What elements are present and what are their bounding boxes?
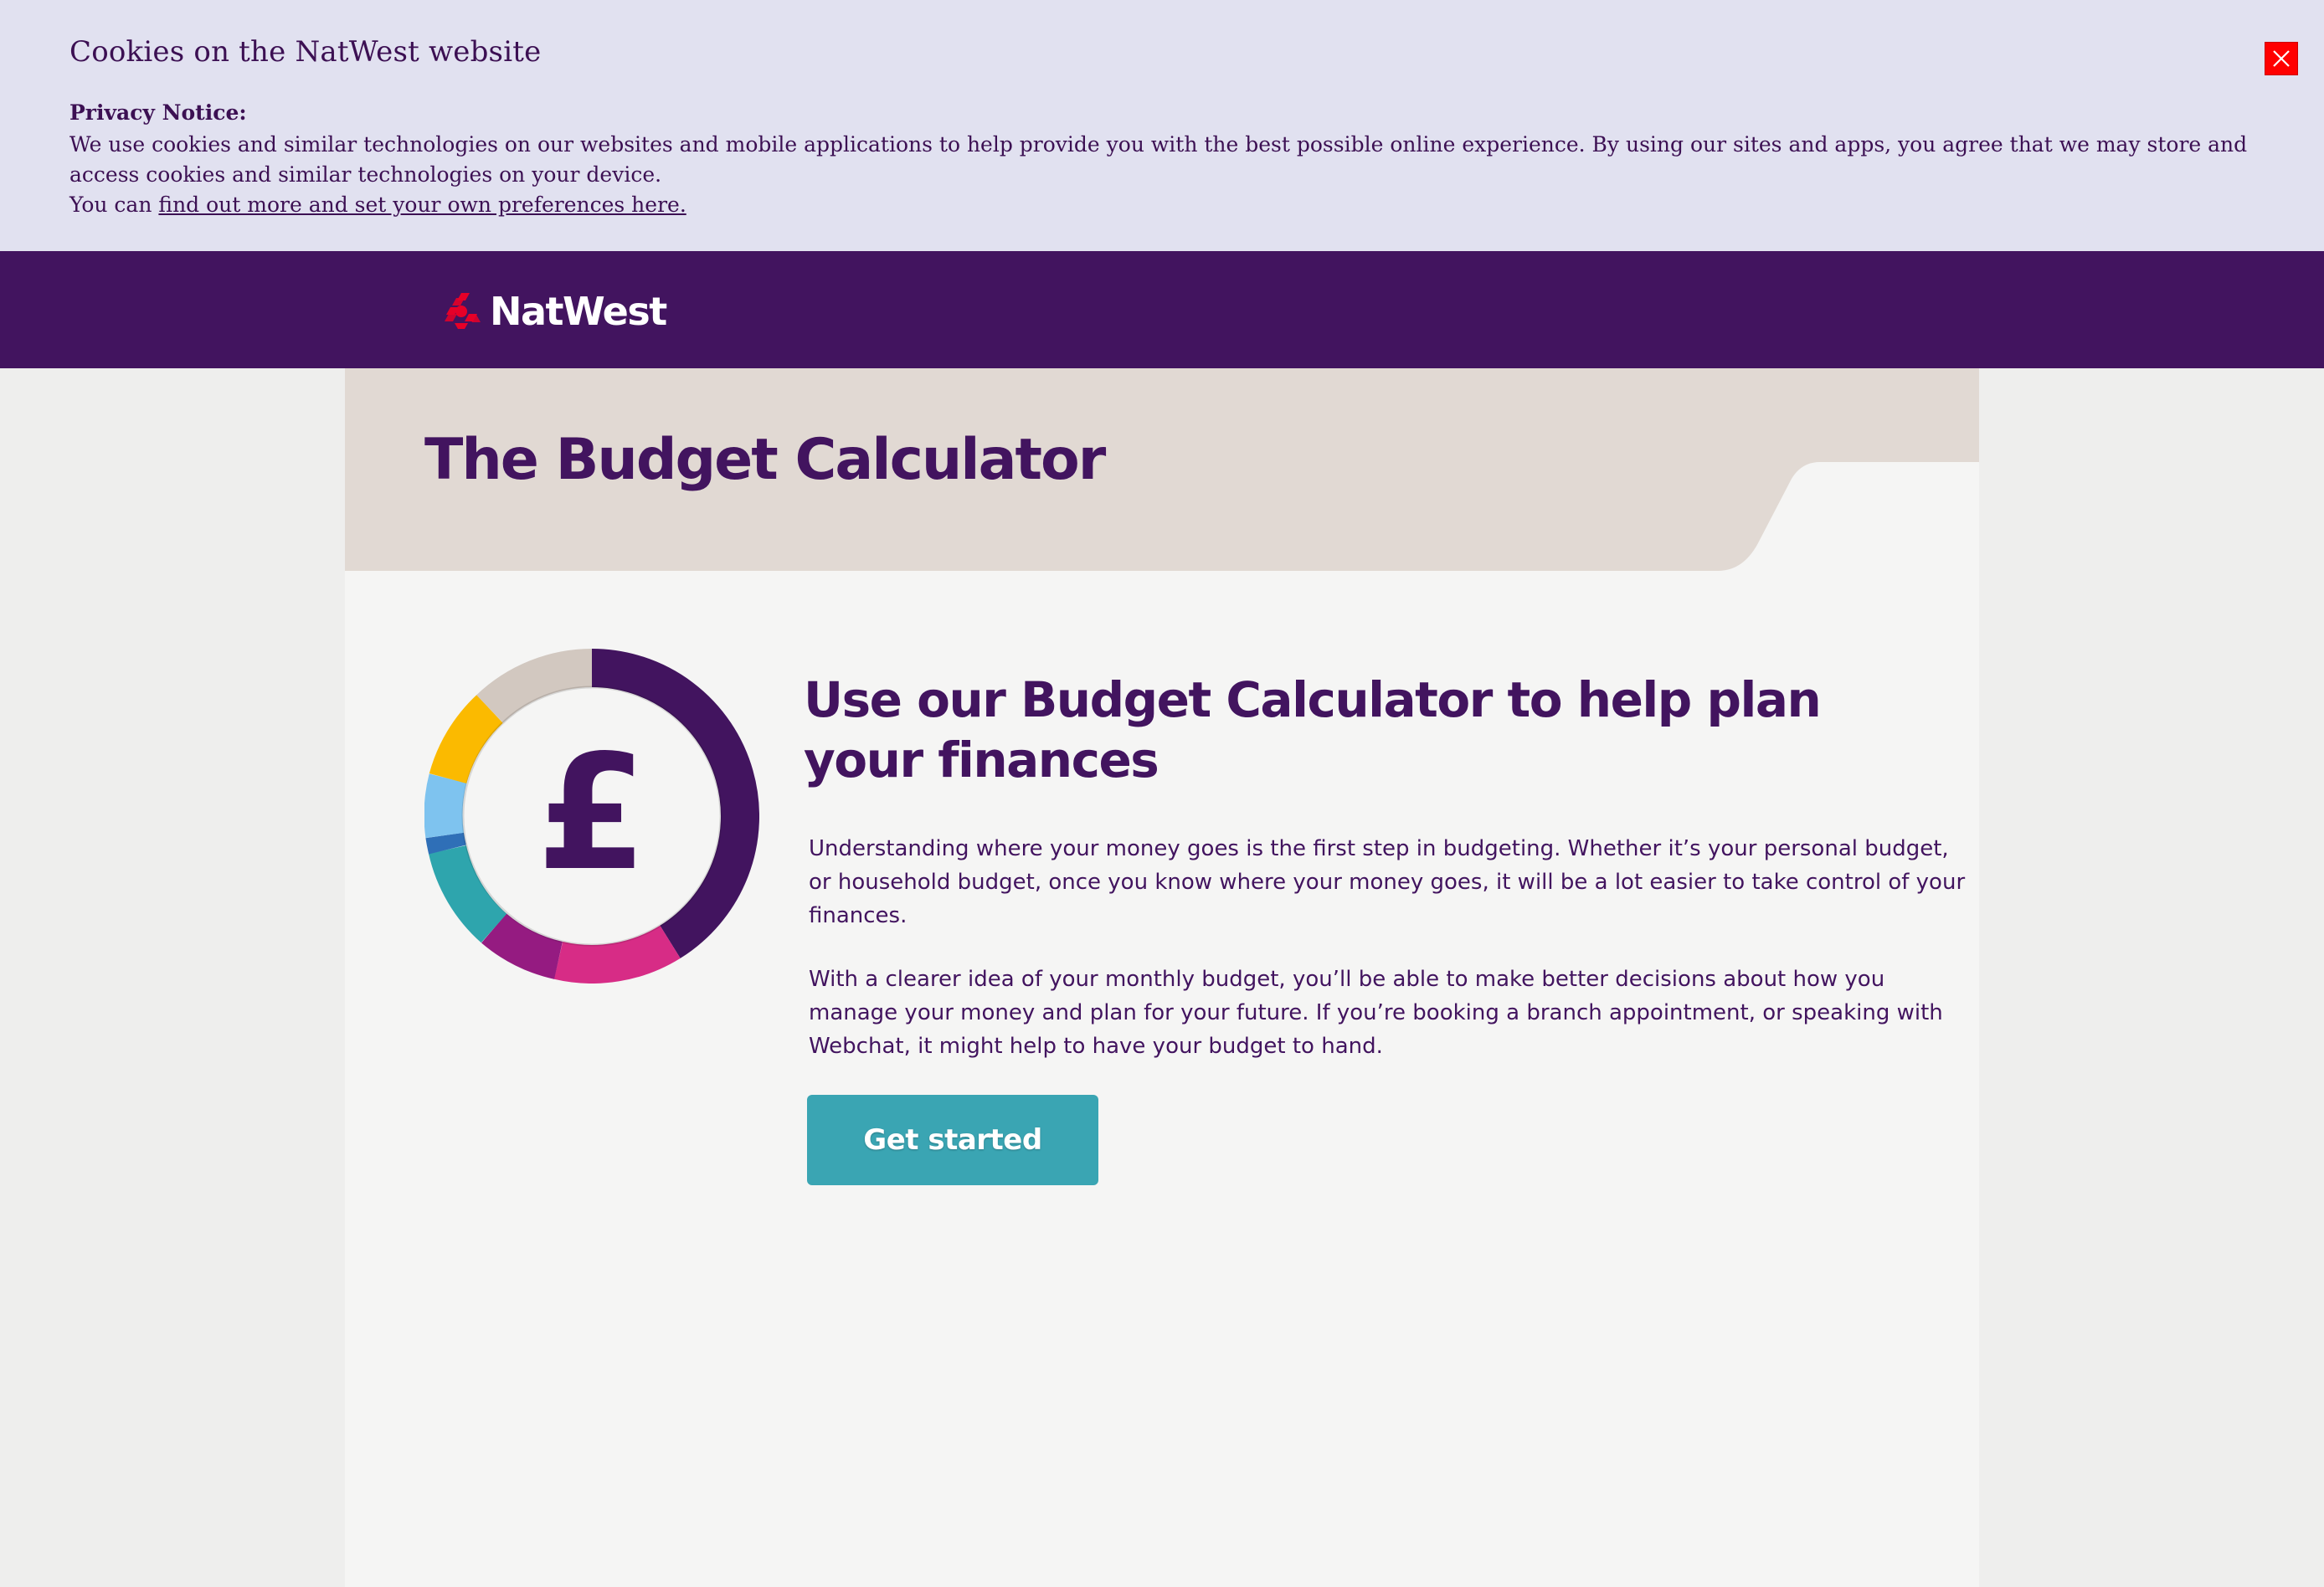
hero-band: The Budget Calculator [345, 368, 1979, 573]
section-subtitle: Use our Budget Calculator to help plan y… [804, 671, 1822, 788]
page-title: The Budget Calculator [424, 427, 1106, 493]
get-started-button[interactable]: Get started [807, 1095, 1098, 1185]
site-header: NatWest [0, 251, 2324, 368]
detail-line: manage your money and plan for your futu… [809, 1000, 1943, 1025]
intro-line: or household budget, once you know where… [809, 870, 1966, 895]
intro-line: finances. [809, 903, 907, 928]
detail-line: With a clearer idea of your monthly budg… [809, 967, 1885, 992]
cookie-close-button[interactable] [2265, 42, 2298, 75]
detail-line: Webchat, it might help to have your budg… [809, 1034, 1383, 1059]
natwest-chevron-logo-icon [445, 293, 481, 329]
intro-line: Understanding where your money goes is t… [809, 836, 1949, 861]
intro-paragraph: Understanding where your money goes is t… [809, 832, 1966, 932]
privacy-notice-line: We use cookies and similar technologies … [69, 132, 2248, 157]
svg-text:£: £ [537, 721, 647, 906]
detail-paragraph: With a clearer idea of your monthly budg… [809, 963, 1943, 1063]
natwest-logo[interactable]: NatWest [440, 286, 667, 336]
brand-name: NatWest [490, 289, 667, 334]
pound-donut-icon: £ [424, 649, 759, 984]
close-icon [2273, 50, 2290, 67]
privacy-notice-heading: Privacy Notice: [69, 100, 247, 125]
privacy-notice-line: access cookies and similar technologies … [69, 162, 662, 187]
cookie-preferences-link[interactable]: find out more and set your own preferenc… [158, 193, 686, 217]
cookie-banner: Cookies on the NatWest website Privacy N… [0, 0, 2324, 251]
cookie-banner-title: Cookies on the NatWest website [69, 35, 542, 69]
privacy-notice-line: You can find out more and set your own p… [69, 190, 2246, 220]
privacy-link-prefix: You can [69, 193, 159, 217]
privacy-notice-text: We use cookies and similar technologies … [69, 130, 2248, 220]
